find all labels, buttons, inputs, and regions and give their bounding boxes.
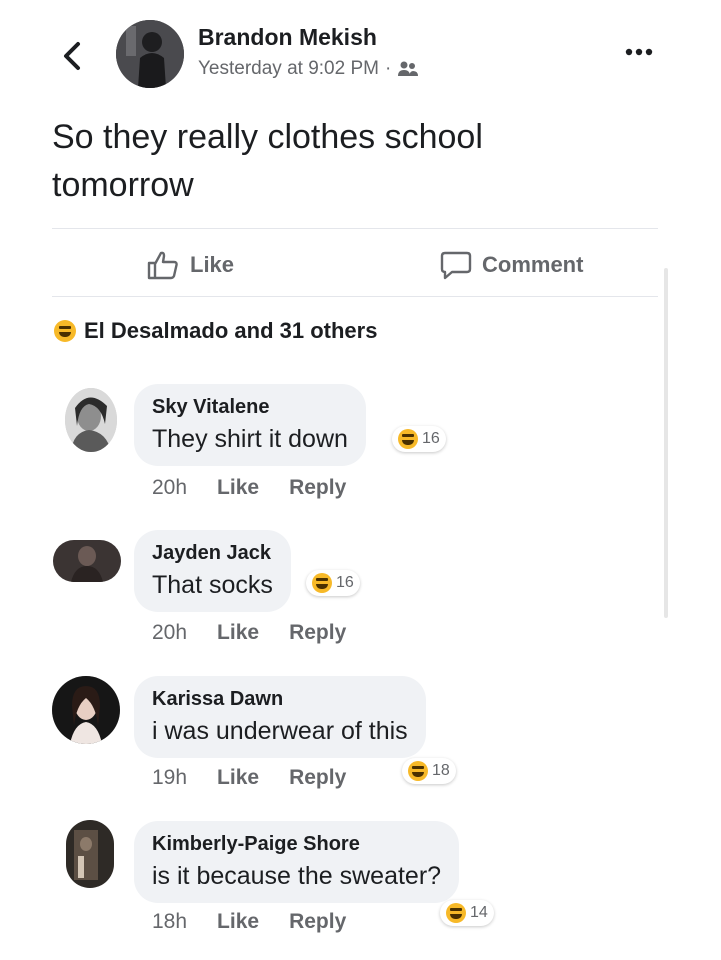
comment-reply-button[interactable]: Reply — [289, 476, 346, 500]
comment-text: is it because the sweater? — [152, 862, 442, 890]
divider — [52, 296, 658, 297]
commenter-name[interactable]: Karissa Dawn — [152, 688, 408, 711]
comment-timestamp[interactable]: 20h — [152, 476, 187, 500]
comment-like-button[interactable]: Like — [217, 621, 259, 645]
like-button-label: Like — [190, 252, 235, 277]
comment-bubble: Jayden Jack That socks — [134, 530, 291, 612]
haha-icon — [408, 761, 428, 781]
comment-bubble: Sky Vitalene They shirt it down — [134, 384, 366, 466]
comment-footer: 18h Like Reply — [152, 910, 346, 934]
more-dots-icon — [625, 48, 653, 56]
comment-reply-button[interactable]: Reply — [289, 910, 346, 934]
reaction-count: 16 — [422, 430, 440, 447]
scrollbar[interactable] — [664, 268, 668, 618]
comment-like-button[interactable]: Like — [217, 476, 259, 500]
post-timestamp[interactable]: Yesterday at 9:02 PM — [198, 58, 379, 80]
reaction-count: 16 — [336, 574, 354, 591]
comment-timestamp[interactable]: 18h — [152, 910, 187, 934]
haha-icon — [398, 429, 418, 449]
back-button[interactable] — [56, 36, 90, 76]
meta-separator: · — [384, 58, 392, 79]
comment-button[interactable]: Comment — [440, 250, 583, 280]
commenter-avatar[interactable] — [53, 540, 121, 582]
commenter-name[interactable]: Sky Vitalene — [152, 396, 348, 419]
divider — [52, 228, 658, 229]
post-meta: Yesterday at 9:02 PM · — [198, 58, 419, 80]
more-options-button[interactable] — [621, 40, 657, 64]
comment-text: They shirt it down — [152, 425, 348, 453]
commenter-avatar[interactable] — [66, 820, 114, 888]
reaction-count: 14 — [470, 904, 488, 921]
post-text: So they really clothes school tomorrow — [52, 118, 483, 204]
reactions-summary[interactable]: El Desalmado and 31 others — [54, 318, 377, 344]
comment-bubble: Kimberly-Paige Shore is it because the s… — [134, 821, 460, 903]
reactions-summary-text: El Desalmado and 31 others — [84, 318, 378, 343]
comment-timestamp[interactable]: 19h — [152, 766, 187, 790]
author-avatar[interactable] — [116, 20, 184, 88]
comment-footer: 20h Like Reply — [152, 476, 346, 500]
person-photo-icon — [52, 676, 120, 744]
comment-reaction-badge[interactable]: 16 — [306, 570, 360, 596]
comment-reaction-badge[interactable]: 18 — [402, 758, 456, 784]
comment-bubble: Karissa Dawn i was underwear of this — [134, 676, 426, 758]
person-photo-icon — [53, 540, 121, 582]
person-photo-icon — [116, 20, 184, 88]
comment-reply-button[interactable]: Reply — [289, 766, 346, 790]
person-photo-icon — [65, 388, 117, 452]
comment-timestamp[interactable]: 20h — [152, 621, 187, 645]
commenter-name[interactable]: Jayden Jack — [152, 542, 273, 565]
comment-footer: 19h Like Reply — [152, 766, 346, 790]
commenter-avatar[interactable] — [65, 388, 117, 452]
commenter-avatar[interactable] — [52, 676, 120, 744]
reaction-count: 18 — [432, 762, 450, 779]
comment-footer: 20h Like Reply — [152, 621, 346, 645]
commenter-name[interactable]: Kimberly-Paige Shore — [152, 833, 441, 856]
comment-reaction-badge[interactable]: 14 — [440, 900, 494, 926]
thumbs-up-icon — [147, 251, 178, 280]
comment-like-button[interactable]: Like — [217, 766, 259, 790]
haha-icon — [312, 573, 332, 593]
haha-icon — [54, 320, 76, 342]
person-photo-icon — [66, 820, 114, 888]
friends-icon — [398, 61, 419, 76]
comment-reply-button[interactable]: Reply — [289, 621, 346, 645]
comment-text: That socks — [152, 571, 273, 599]
like-button[interactable]: Like — [146, 250, 234, 280]
chevron-left-icon — [64, 42, 80, 70]
comment-reaction-badge[interactable]: 16 — [392, 426, 446, 452]
comment-button-label: Comment — [482, 252, 584, 277]
haha-icon — [446, 903, 466, 923]
comment-like-button[interactable]: Like — [217, 910, 259, 934]
post-author-name[interactable]: Brandon Mekish — [198, 24, 377, 51]
comment-text: i was underwear of this — [152, 717, 408, 745]
comment-icon — [440, 251, 472, 280]
